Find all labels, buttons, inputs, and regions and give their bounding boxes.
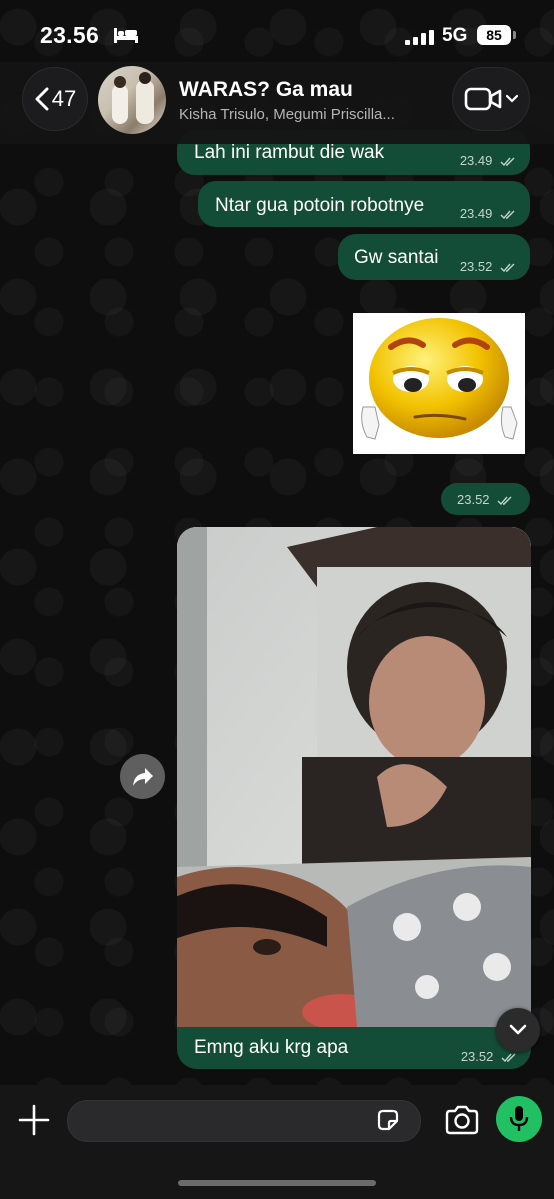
network-type: 5G (442, 25, 468, 46)
back-chevron-icon (35, 87, 49, 111)
camera-icon[interactable] (444, 1105, 480, 1135)
avatar-figure-head (114, 76, 126, 88)
message-meta: 23.49 (460, 206, 516, 221)
battery-tip (513, 31, 516, 39)
double-check-icon (497, 496, 512, 505)
sticker-time-chip: 23.52 (441, 483, 530, 515)
group-title[interactable]: WARAS? Ga mau (179, 78, 353, 102)
scroll-to-bottom-button[interactable] (496, 1008, 540, 1052)
status-bar: 23.56 5G 85 (0, 0, 554, 62)
message-time: 23.52 (457, 492, 490, 507)
message-text: Ntar gua potoin robotnye (215, 195, 425, 216)
group-members[interactable]: Kisha Trisulo, Megumi Priscilla... (179, 106, 395, 123)
double-check-icon (500, 263, 515, 272)
sticker-message[interactable] (353, 313, 525, 454)
message-time: 23.52 (459, 259, 493, 274)
signal-icon (405, 30, 434, 45)
message-meta: 23.52 (461, 1049, 517, 1064)
battery-indicator: 85 (477, 25, 511, 45)
message-bubble[interactable]: Gw santai 23.52 (338, 234, 530, 280)
status-time: 23.56 (40, 22, 100, 48)
chevron-down-icon (509, 1024, 527, 1035)
photo-caption: Emng aku krg apa (194, 1037, 349, 1058)
photo-image[interactable] (177, 527, 531, 1027)
avatar-figure (136, 80, 154, 124)
message-text: Lah ini rambut die wak (194, 142, 385, 163)
forward-button[interactable] (120, 754, 165, 799)
message-meta: 23.52 (457, 492, 513, 507)
unread-count: 47 (51, 86, 77, 111)
video-camera-icon (464, 87, 502, 111)
message-input[interactable] (67, 1100, 421, 1142)
message-text: Gw santai (354, 247, 439, 268)
chat-header: 47 WARAS? Ga mau Kisha Trisulo, Megumi P… (0, 62, 554, 144)
meh-face-sticker (361, 318, 518, 440)
message-time: 23.49 (459, 206, 493, 221)
double-check-icon (501, 1053, 516, 1062)
message-meta: 23.52 (460, 259, 516, 274)
plus-icon[interactable] (16, 1102, 52, 1138)
group-avatar[interactable] (98, 66, 166, 134)
avatar-figure (112, 84, 128, 124)
message-meta: 23.49 (460, 153, 516, 168)
double-check-icon (500, 157, 515, 166)
video-call-button[interactable] (452, 67, 530, 131)
avatar-figure-head (139, 72, 151, 84)
selfie-photo (177, 527, 531, 1027)
mic-icon (509, 1106, 529, 1131)
forward-icon (132, 767, 153, 786)
mic-button[interactable] (496, 1096, 542, 1142)
photo-message[interactable]: Emng aku krg apa 23.52 (177, 527, 531, 1069)
double-check-icon (500, 210, 515, 219)
message-time: 23.49 (459, 153, 493, 168)
chevron-down-icon (506, 94, 518, 103)
message-time: 23.52 (460, 1049, 494, 1064)
message-bubble[interactable]: Ntar gua potoin robotnye 23.49 (198, 181, 530, 227)
back-button[interactable]: 47 (22, 67, 88, 131)
sticker-icon[interactable] (375, 1107, 401, 1133)
home-indicator[interactable] (178, 1180, 376, 1186)
bed-icon (114, 28, 138, 43)
